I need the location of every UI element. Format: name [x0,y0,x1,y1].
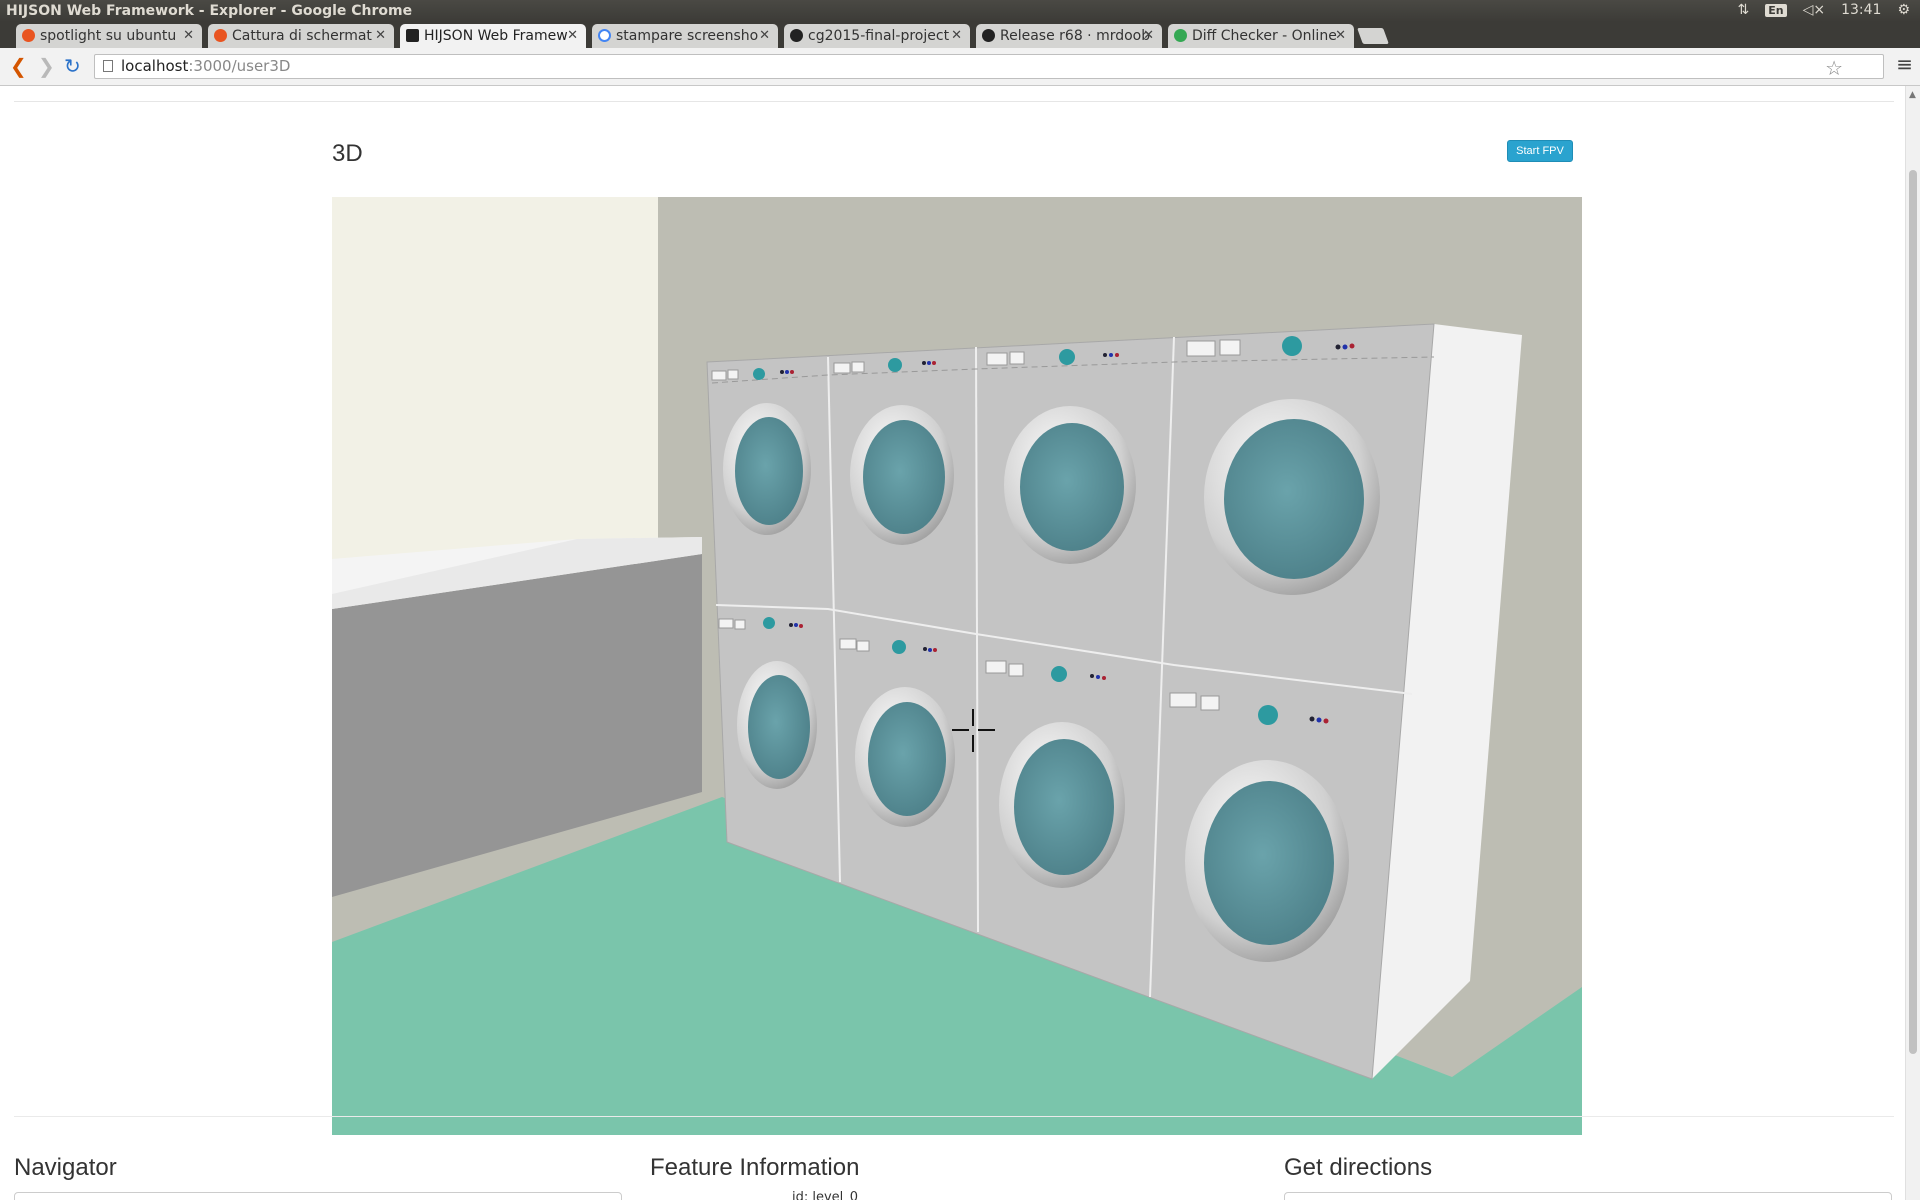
page-content: 3D Start FPV Navigator Feature Informati… [0,86,1905,1200]
tab-cattura[interactable]: Cattura di schermat ✕ [208,24,394,48]
tab-label: cg2015-final-project [808,28,950,44]
github-favicon-icon [982,29,995,42]
terminal-favicon-icon [406,29,419,42]
tab-hijson[interactable]: HIJSON Web Framew ✕ [400,24,586,48]
address-path: :3000/user3D [188,57,291,75]
window-title: HIJSON Web Framework - Explorer - Google… [6,3,413,19]
washer-door [1004,406,1136,564]
volume-muted-icon[interactable]: ◁× [1803,2,1826,18]
forward-arrow-icon[interactable]: ❯ [38,56,55,76]
washer-door [855,687,955,827]
washer-door [999,722,1125,888]
tab-label: stampare screensho [616,28,759,44]
scrollbar-thumb[interactable] [1909,170,1917,1054]
feature-id-row: id: level_0 [792,1190,859,1200]
gear-icon[interactable]: ⚙ [1897,2,1910,18]
reload-icon[interactable]: ↻ [64,56,81,76]
navigator-panel[interactable] [14,1192,622,1200]
tab-label: HIJSON Web Framew [424,28,568,44]
close-icon[interactable]: ✕ [567,24,578,48]
feature-information-title: Feature Information [650,1154,860,1181]
bookmark-star-icon[interactable]: ☆ [1825,57,1843,80]
keyboard-layout-indicator[interactable]: En [1765,3,1787,17]
close-icon[interactable]: ✕ [375,24,386,48]
page-scrollbar[interactable]: ▲ [1905,86,1920,1200]
network-icon[interactable]: ⇅ [1737,2,1749,18]
divider [14,101,1894,102]
close-icon[interactable]: ✕ [1335,24,1346,48]
page-icon [103,60,113,72]
navigator-title: Navigator [14,1154,117,1181]
start-fpv-button[interactable]: Start FPV [1507,140,1573,162]
address-host: localhost [121,57,189,75]
tab-label: Cattura di schermat [232,28,372,44]
washer-door [723,403,811,535]
new-tab-button[interactable] [1357,28,1389,44]
close-icon[interactable]: ✕ [951,24,962,48]
menu-icon[interactable]: ≡ [1896,52,1913,76]
diffchecker-favicon-icon [1174,29,1187,42]
tab-spotlight[interactable]: spotlight su ubuntu ✕ [16,24,202,48]
tab-stampare[interactable]: stampare screensho ✕ [592,24,778,48]
system-tray: ⇅ En ◁× 13:41 ⚙ [1737,2,1910,18]
washer-door [1204,399,1380,595]
clock[interactable]: 13:41 [1841,2,1881,18]
3d-viewport[interactable] [332,197,1582,1135]
tab-label: spotlight su ubuntu [40,28,177,44]
address-bar[interactable]: localhost:3000/user3D ☆ [94,54,1884,80]
washer-door [1185,760,1349,962]
page-title: 3D [332,140,363,167]
tab-label: Diff Checker - Online [1192,28,1337,44]
back-arrow-icon[interactable]: ❮ [10,56,27,76]
get-directions-title: Get directions [1284,1154,1433,1181]
google-favicon-icon [598,29,611,42]
os-top-bar: HIJSON Web Framework - Explorer - Google… [0,0,1920,22]
github-favicon-icon [790,29,803,42]
tab-label: Release r68 · mrdoob [1000,28,1151,44]
tab-diff-checker[interactable]: Diff Checker - Online ✕ [1168,24,1354,48]
divider [14,1116,1894,1117]
directions-panel[interactable] [1284,1192,1892,1200]
browser-toolbar: ❮ ❯ ↻ localhost:3000/user3D ☆ ≡ [0,48,1920,86]
scroll-up-arrow-icon[interactable]: ▲ [1909,90,1916,100]
washer-door [850,405,954,545]
tab-strip: spotlight su ubuntu ✕ Cattura di scherma… [0,22,1920,48]
tab-cg2015[interactable]: cg2015-final-project ✕ [784,24,970,48]
3d-scene [332,197,1582,1135]
close-icon[interactable]: ✕ [759,24,770,48]
tab-release-r68[interactable]: Release r68 · mrdoob ✕ [976,24,1162,48]
close-icon[interactable]: ✕ [183,24,194,48]
ubuntu-favicon-icon [22,29,35,42]
washer-door [737,661,817,789]
ubuntu-favicon-icon [214,29,227,42]
close-icon[interactable]: ✕ [1143,24,1154,48]
